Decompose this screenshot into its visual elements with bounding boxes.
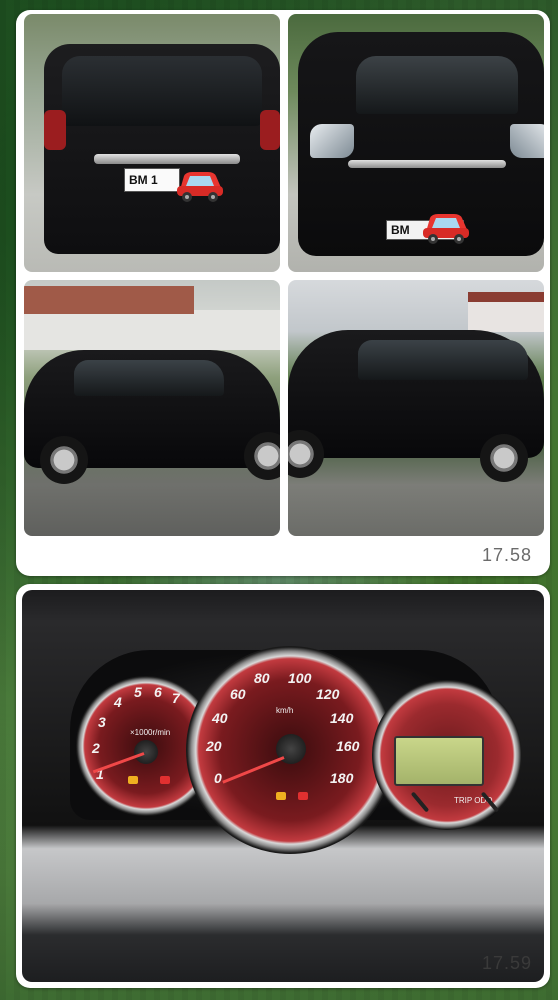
tach-tick: 5 <box>134 684 142 700</box>
headlight-left <box>310 124 354 158</box>
speed-tick: 100 <box>288 670 312 686</box>
tach-tick: 6 <box>154 684 162 700</box>
house-roof <box>24 286 194 314</box>
speed-tick: 20 <box>206 738 222 754</box>
wheel-rear <box>480 434 528 482</box>
red-car-emoji-icon <box>177 172 223 202</box>
speed-tick: 180 <box>330 770 354 786</box>
image-message[interactable]: 1 2 3 4 5 6 7 ×1000r/min 0 20 40 60 80 1… <box>16 584 550 988</box>
rear-window <box>62 56 262 126</box>
wheel-rear <box>244 432 280 480</box>
speed-tick: 60 <box>230 686 246 702</box>
photo-dashboard[interactable]: 1 2 3 4 5 6 7 ×1000r/min 0 20 40 60 80 1… <box>22 590 544 982</box>
rear-chrome-bar <box>94 154 240 164</box>
photo-car-side-right[interactable] <box>288 280 544 536</box>
message-timestamp: 17.58 <box>481 545 532 565</box>
tach-tick: 2 <box>92 740 100 756</box>
image-grid-message[interactable]: BM 1 BM 17.58 <box>16 10 550 576</box>
speed-tick: 140 <box>330 710 354 726</box>
taillight-right <box>260 110 280 150</box>
tach-unit: ×1000r/min <box>130 728 171 737</box>
tach-tick: 7 <box>172 690 180 706</box>
car-rear-image <box>44 44 280 254</box>
wheel-front <box>40 436 88 484</box>
license-plate: BM 1 <box>124 168 180 192</box>
tach-tick: 3 <box>98 714 106 730</box>
speed-tick: 80 <box>254 670 270 686</box>
abs-warning-icon <box>276 792 286 800</box>
taillight-left <box>44 110 66 150</box>
odometer-display <box>394 736 484 786</box>
photo-car-rear[interactable]: BM 1 <box>24 14 280 272</box>
house-wall <box>24 310 280 350</box>
photo-car-side-left[interactable] <box>24 280 280 536</box>
headlight-right <box>510 124 544 158</box>
side-window <box>358 340 528 380</box>
speed-tick: 40 <box>212 710 228 726</box>
speed-tick: 160 <box>336 738 360 754</box>
brake-warning-icon <box>298 792 308 800</box>
battery-warning-icon <box>160 776 170 784</box>
photo-car-front[interactable]: BM <box>288 14 544 272</box>
speed-tick: 120 <box>316 686 340 702</box>
side-window <box>74 360 224 396</box>
speed-unit: km/h <box>276 706 294 715</box>
message-timestamp: 17.59 <box>481 953 532 973</box>
tach-hub <box>134 740 158 764</box>
windshield <box>356 56 518 114</box>
house-background <box>468 292 544 332</box>
grille-chrome <box>348 160 506 168</box>
speed-zero: 0 <box>214 770 222 786</box>
engine-warning-icon <box>128 776 138 784</box>
red-car-emoji-icon <box>423 214 469 244</box>
tach-tick: 4 <box>114 694 122 710</box>
